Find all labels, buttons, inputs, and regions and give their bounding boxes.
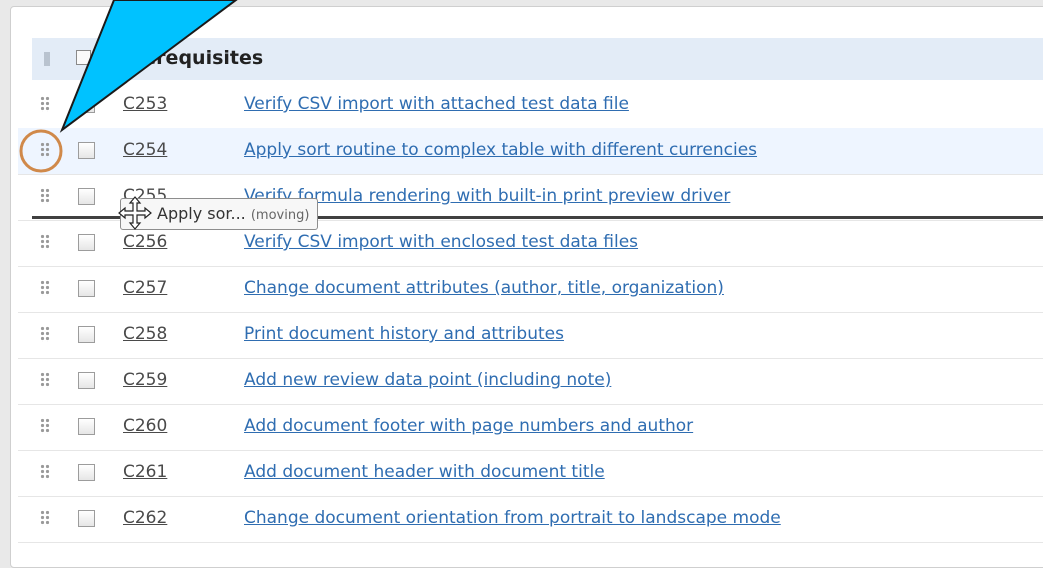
case-title-link[interactable]: Change document orientation from portrai…: [244, 508, 781, 528]
case-id-link[interactable]: C253: [123, 94, 167, 114]
drag-tooltip-status: (moving): [250, 208, 310, 223]
table-row[interactable]: C261 Add document header with document t…: [18, 450, 1043, 497]
drag-handle-icon[interactable]: [40, 234, 50, 250]
checkbox[interactable]: [78, 326, 95, 343]
case-title-link[interactable]: Print document history and attributes: [244, 324, 564, 344]
case-title-link[interactable]: Add document header with document title: [244, 462, 605, 482]
section-checkbox[interactable]: [76, 50, 91, 65]
checkbox[interactable]: [78, 280, 95, 297]
checkbox[interactable]: [78, 188, 95, 205]
checkbox[interactable]: [78, 464, 95, 481]
case-id-link[interactable]: C254: [123, 140, 167, 160]
drag-handle-icon[interactable]: [40, 280, 50, 296]
checkbox[interactable]: [78, 234, 95, 251]
case-title-link[interactable]: Apply sort routine to complex table with…: [244, 140, 757, 160]
table-row[interactable]: C258 Print document history and attribut…: [18, 312, 1043, 359]
checkbox[interactable]: [78, 96, 95, 113]
case-id-link[interactable]: C261: [123, 462, 167, 482]
case-id-link[interactable]: C256: [123, 232, 167, 252]
drag-handle-icon[interactable]: [40, 510, 50, 526]
case-id-link[interactable]: C257: [123, 278, 167, 298]
table-row[interactable]: C253 Verify CSV import with attached tes…: [18, 82, 1043, 129]
case-title-link[interactable]: Add new review data point (including not…: [244, 370, 611, 390]
drag-handle-icon[interactable]: [40, 326, 50, 342]
case-id-link[interactable]: C259: [123, 370, 167, 390]
checkbox[interactable]: [78, 142, 95, 159]
case-id-link[interactable]: C262: [123, 508, 167, 528]
case-title-link[interactable]: Verify CSV import with attached test dat…: [244, 94, 629, 114]
table-row[interactable]: C260 Add document footer with page numbe…: [18, 404, 1043, 451]
checkbox[interactable]: [78, 372, 95, 389]
case-title-link[interactable]: Add document footer with page numbers an…: [244, 416, 693, 436]
table-row[interactable]: C259 Add new review data point (includin…: [18, 358, 1043, 405]
table-row[interactable]: C254 Apply sort routine to complex table…: [18, 128, 1043, 175]
section-drag-handle-icon[interactable]: [44, 52, 50, 66]
checkbox[interactable]: [78, 510, 95, 527]
case-id-link[interactable]: C260: [123, 416, 167, 436]
case-title-link[interactable]: Change document attributes (author, titl…: [244, 278, 724, 298]
drag-handle-icon[interactable]: [40, 418, 50, 434]
case-title-link[interactable]: Verify CSV import with enclosed test dat…: [244, 232, 638, 252]
move-cursor-icon: [118, 196, 152, 230]
drag-handle-icon[interactable]: [40, 142, 50, 158]
drag-tooltip-label: Apply sor...: [157, 204, 246, 223]
drag-handle-icon[interactable]: [40, 188, 50, 204]
drag-handle-icon[interactable]: [40, 96, 50, 112]
checkbox[interactable]: [78, 418, 95, 435]
case-id-link[interactable]: C258: [123, 324, 167, 344]
section-title: Prerequisites: [120, 47, 264, 69]
drag-handle-icon[interactable]: [40, 464, 50, 480]
table-row[interactable]: C257 Change document attributes (author,…: [18, 266, 1043, 313]
drag-handle-icon[interactable]: [40, 372, 50, 388]
table-row[interactable]: C262 Change document orientation from po…: [18, 496, 1043, 543]
